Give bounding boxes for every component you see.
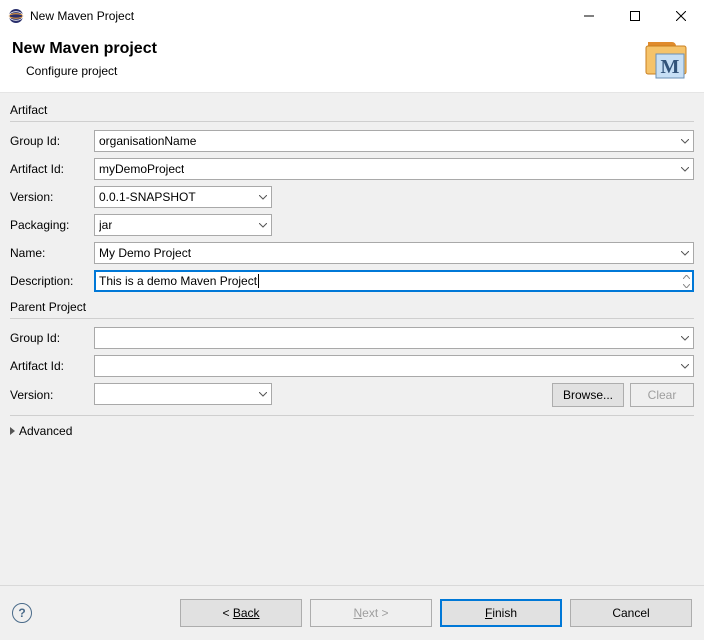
text-caret (258, 274, 259, 288)
minimize-button[interactable] (566, 0, 612, 32)
wizard-content: Artifact Group Id: organisationName Arti… (0, 93, 704, 585)
artifact-id-label: Artifact Id: (10, 162, 94, 176)
titlebar: New Maven Project (0, 0, 704, 32)
group-id-field[interactable]: organisationName (94, 130, 694, 152)
chevron-down-icon (259, 190, 267, 204)
divider (10, 121, 694, 122)
maven-banner-icon: M (642, 38, 690, 82)
description-field[interactable]: This is a demo Maven Project (94, 270, 694, 292)
next-button[interactable]: Next > (310, 599, 432, 627)
parent-group-id-field[interactable] (94, 327, 694, 349)
parent-version-field[interactable] (94, 383, 272, 405)
chevron-down-icon (259, 218, 267, 232)
version-label: Version: (10, 190, 94, 204)
clear-button[interactable]: Clear (630, 383, 694, 407)
group-id-label: Group Id: (10, 134, 94, 148)
chevron-down-icon (681, 134, 689, 148)
packaging-label: Packaging: (10, 218, 94, 232)
maximize-button[interactable] (612, 0, 658, 32)
parent-group-id-label: Group Id: (10, 331, 94, 345)
window-title: New Maven Project (30, 9, 134, 23)
svg-text:M: M (661, 56, 680, 78)
parent-artifact-id-field[interactable] (94, 355, 694, 377)
parent-version-label: Version: (10, 388, 94, 402)
advanced-expander[interactable]: Advanced (10, 424, 694, 438)
parent-legend: Parent Project (10, 300, 694, 316)
chevron-down-icon (681, 246, 689, 260)
version-field[interactable]: 0.0.1-SNAPSHOT (94, 186, 272, 208)
divider (10, 415, 694, 416)
parent-artifact-id-label: Artifact Id: (10, 359, 94, 373)
chevron-down-icon (259, 387, 267, 401)
packaging-field[interactable]: jar (94, 214, 272, 236)
page-subtitle: Configure project (26, 64, 692, 78)
page-title: New Maven project (12, 40, 692, 58)
artifact-group: Artifact Group Id: organisationName Arti… (10, 103, 694, 292)
close-button[interactable] (658, 0, 704, 32)
artifact-legend: Artifact (10, 103, 694, 119)
browse-button[interactable]: Browse... (552, 383, 624, 407)
triangle-right-icon (10, 427, 15, 435)
eclipse-icon (8, 8, 24, 24)
wizard-footer: ? < Back Next > Finish Cancel (0, 585, 704, 640)
spinner-icon[interactable] (680, 272, 692, 290)
chevron-down-icon (681, 359, 689, 373)
help-icon[interactable]: ? (12, 603, 32, 623)
back-button[interactable]: < Back (180, 599, 302, 627)
chevron-down-icon (681, 162, 689, 176)
advanced-label: Advanced (19, 424, 72, 438)
dialog-window: New Maven Project New Maven project Conf… (0, 0, 704, 640)
artifact-id-field[interactable]: myDemoProject (94, 158, 694, 180)
parent-project-group: Parent Project Group Id: Artifact Id: (10, 300, 694, 407)
divider (10, 318, 694, 319)
wizard-header: New Maven project Configure project M (0, 32, 704, 93)
cancel-button[interactable]: Cancel (570, 599, 692, 627)
finish-button[interactable]: Finish (440, 599, 562, 627)
chevron-down-icon (681, 331, 689, 345)
description-label: Description: (10, 274, 94, 288)
name-field[interactable]: My Demo Project (94, 242, 694, 264)
name-label: Name: (10, 246, 94, 260)
